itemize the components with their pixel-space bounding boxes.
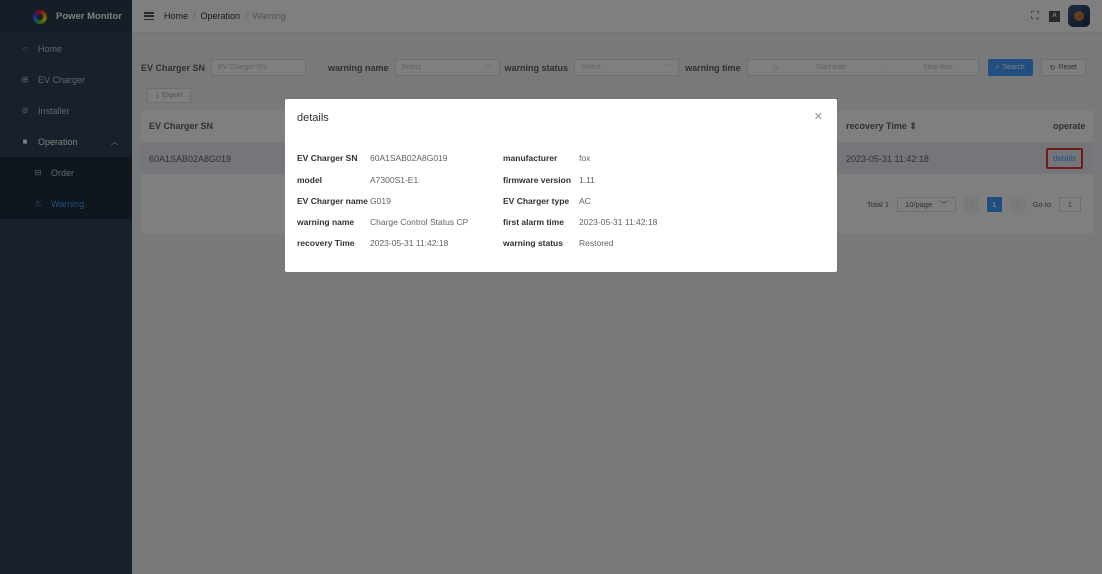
field-label: EV Charger name bbox=[297, 196, 368, 206]
modal-overlay[interactable] bbox=[0, 0, 1102, 574]
field-label: warning name bbox=[297, 217, 355, 227]
field-value: G019 bbox=[370, 196, 391, 206]
field-value: Charge Control Status CP bbox=[370, 217, 469, 227]
field-value: A7300S1-E1 bbox=[370, 175, 419, 185]
field-label: firmware version bbox=[503, 175, 572, 185]
field-label: manufacturer bbox=[503, 153, 558, 163]
field-value: fox bbox=[579, 153, 591, 163]
field-label: EV Charger type bbox=[503, 196, 570, 206]
dialog-title: details bbox=[297, 112, 329, 124]
field-label: model bbox=[297, 175, 323, 185]
details-dialog: details ✕ EV Charger SN 60A1SAB02A8G019 … bbox=[285, 99, 837, 272]
close-icon[interactable]: ✕ bbox=[814, 110, 823, 123]
field-label: recovery Time bbox=[297, 238, 355, 248]
field-value: Restored bbox=[579, 238, 614, 248]
field-value: 2023-05-31 11:42:18 bbox=[370, 238, 449, 248]
field-value: 1.11 bbox=[579, 175, 595, 185]
field-value: 60A1SAB02A8G019 bbox=[370, 153, 448, 163]
field-label: EV Charger SN bbox=[297, 153, 358, 163]
field-label: first alarm time bbox=[503, 217, 564, 227]
field-value: 2023-05-31 11:42:18 bbox=[579, 217, 658, 227]
field-label: warning status bbox=[503, 238, 563, 248]
field-value: AC bbox=[579, 196, 591, 206]
